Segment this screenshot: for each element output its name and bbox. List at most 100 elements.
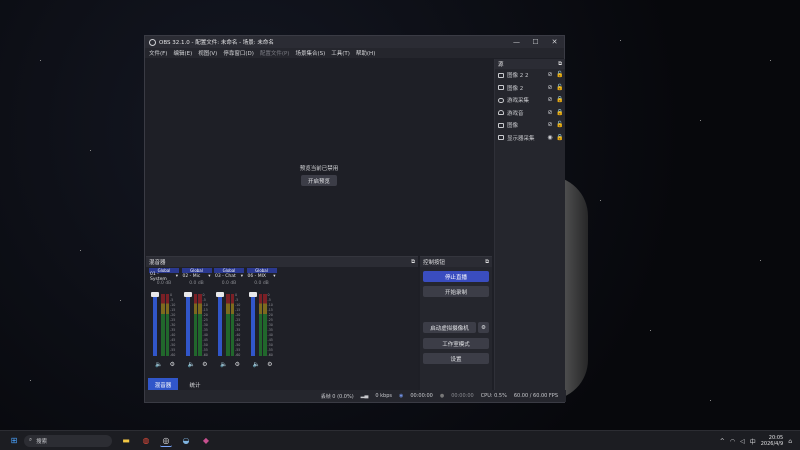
meter-tick: -45 xyxy=(170,338,176,342)
channel-name[interactable]: 02 - Mic ▾ xyxy=(182,273,212,280)
menu-file[interactable]: 文件(F) xyxy=(149,49,167,57)
file-explorer-icon[interactable]: ▬ xyxy=(120,435,132,447)
speaker-icon[interactable]: 🔈 xyxy=(155,361,162,368)
eye-hidden-icon[interactable]: ⊘ xyxy=(547,109,553,116)
channel-controls: 🔈 ⚙ xyxy=(253,361,273,368)
meter-tick: -40 xyxy=(267,333,273,337)
lock-open-icon[interactable]: 🔓 xyxy=(556,72,563,78)
stop-stream-button[interactable]: 停止直播 xyxy=(423,271,489,282)
title-bar[interactable]: OBS 32.1.0 - 配置文件: 未命名 - 场景: 未命名 — ☐ ✕ xyxy=(145,36,564,48)
caret-down-icon[interactable]: ▾ xyxy=(208,274,210,279)
source-item[interactable]: 显示器采集 ◉ 🔒 xyxy=(495,132,565,145)
star xyxy=(80,250,81,251)
gear-icon[interactable]: ⚙ xyxy=(478,322,489,333)
caret-down-icon[interactable]: ▾ xyxy=(176,274,178,279)
chrome-icon[interactable]: ◍ xyxy=(140,435,152,447)
enable-preview-button[interactable]: 开启预览 xyxy=(301,175,337,186)
volume-fader[interactable] xyxy=(250,294,255,356)
lock-open-icon[interactable]: 🔓 xyxy=(556,84,563,91)
speaker-icon[interactable]: 🔈 xyxy=(188,361,195,368)
caret-down-icon[interactable]: ▾ xyxy=(273,274,275,279)
source-item[interactable]: 游戏音 ⊘ 🔒 xyxy=(495,107,565,120)
lock-open-icon[interactable]: 🔓 xyxy=(556,122,563,128)
source-name: 显示器采集 xyxy=(507,135,535,142)
meter-tick: -55 xyxy=(235,348,241,352)
channel-name-label: 03 - Chat xyxy=(215,274,236,279)
eye-hidden-icon[interactable]: ⊘ xyxy=(547,72,553,78)
lock-icon[interactable]: 🔒 xyxy=(556,97,563,103)
mixer-channel: Global 06 - MIX ▾ 0.0 dB 0 -5 -10 -15 -20 -25 -30-… xyxy=(246,268,277,372)
eye-hidden-icon[interactable]: ⊘ xyxy=(547,84,553,91)
app-icon[interactable]: ◆ xyxy=(200,435,212,447)
eye-hidden-icon[interactable]: ⊘ xyxy=(547,122,553,128)
obs-window: OBS 32.1.0 - 配置文件: 未命名 - 场景: 未命名 — ☐ ✕ 文… xyxy=(144,35,566,403)
meter-tick: -50 xyxy=(235,343,241,347)
stream-time: 00:00:00 xyxy=(410,393,433,399)
start-virtual-camera-button[interactable]: 启动虚拟摄像机 xyxy=(423,322,476,333)
fader-handle[interactable] xyxy=(151,292,159,297)
meter-tick: -55 xyxy=(267,348,273,352)
fader-handle[interactable] xyxy=(248,292,257,297)
fader-handle[interactable] xyxy=(183,292,192,297)
dock-float-icon[interactable]: ⧉ xyxy=(411,259,415,266)
dropped-frames: 丢帧 0 (0.0%) xyxy=(320,393,354,400)
meter-tick: -15 xyxy=(267,308,273,312)
channel-name[interactable]: 03 - Chat ▾ xyxy=(214,273,244,280)
windows-start-icon[interactable]: ⊞ xyxy=(8,435,20,447)
gear-icon[interactable]: ⚙ xyxy=(235,361,240,368)
meter-tick: -25 xyxy=(267,318,273,322)
wifi-icon[interactable]: ◠ xyxy=(730,438,735,445)
dock-float-icon[interactable]: ⧉ xyxy=(485,259,489,266)
settings-button[interactable]: 设置 xyxy=(423,353,489,364)
minimize-icon[interactable]: — xyxy=(507,36,526,48)
chevron-up-icon[interactable]: ^ xyxy=(720,438,725,445)
maximize-icon[interactable]: ☐ xyxy=(526,36,545,48)
eye-icon[interactable]: ◉ xyxy=(547,134,553,141)
meter-tick: -10 xyxy=(235,303,241,307)
gear-icon[interactable]: ⚙ xyxy=(202,361,207,368)
volume-fader[interactable] xyxy=(153,294,157,356)
menu-edit[interactable]: 编辑(E) xyxy=(173,49,192,57)
lock-icon[interactable]: 🔒 xyxy=(556,109,563,116)
bitrate: 0 kbps xyxy=(375,393,392,399)
close-icon[interactable]: ✕ xyxy=(545,36,564,48)
menu-view[interactable]: 视图(V) xyxy=(198,49,217,57)
source-item[interactable]: 图像 2 ⊘ 🔓 xyxy=(495,82,565,95)
source-item[interactable]: 图像 ⊘ 🔓 xyxy=(495,119,565,132)
lock-icon[interactable]: 🔒 xyxy=(556,134,563,141)
source-item[interactable]: 游戏采集 ⊘ 🔒 xyxy=(495,94,565,107)
steam-icon[interactable]: ◒ xyxy=(180,435,192,447)
meter-tick: -50 xyxy=(170,343,176,347)
source-name: 图像 2 2 xyxy=(507,73,529,80)
fader-handle[interactable] xyxy=(216,292,224,297)
menu-profile[interactable]: 配置文件(P) xyxy=(260,49,290,57)
eye-hidden-icon[interactable]: ⊘ xyxy=(547,97,553,103)
sources-title: 源 xyxy=(498,62,504,68)
source-item[interactable]: 图像 2 2 ⊘ 🔓 xyxy=(495,69,565,82)
volume-fader[interactable] xyxy=(218,294,222,356)
channel-name[interactable]: 06 - MIX ▾ xyxy=(247,273,277,280)
volume-icon[interactable]: ◁ xyxy=(740,438,745,445)
record-time: 00:00:00 xyxy=(451,393,474,399)
meter-tick: -30 xyxy=(202,323,208,327)
speaker-icon[interactable]: 🔈 xyxy=(220,361,227,368)
menu-tools[interactable]: 工具(T) xyxy=(331,49,350,57)
start-recording-button[interactable]: 开始录制 xyxy=(423,286,489,297)
clock[interactable]: 20:05 2026/4/9 xyxy=(761,435,783,447)
gear-icon[interactable]: ⚙ xyxy=(267,361,272,368)
gear-icon[interactable]: ⚙ xyxy=(170,361,175,368)
channel-name-label: 06 - MIX xyxy=(247,274,267,279)
volume-fader[interactable] xyxy=(185,294,190,356)
taskbar-search[interactable]: ⌕ 搜索 xyxy=(24,434,112,447)
menu-docks[interactable]: 停靠窗口(D) xyxy=(223,49,254,57)
menu-scene-collection[interactable]: 场景集合(S) xyxy=(295,49,325,57)
caret-down-icon[interactable]: ▾ xyxy=(241,274,243,279)
studio-mode-button[interactable]: 工作室模式 xyxy=(423,338,489,349)
menu-help[interactable]: 帮助(H) xyxy=(356,49,375,57)
obs-taskbar-icon[interactable]: ◎ xyxy=(160,435,172,447)
channel-name[interactable]: 01 - System ▾ xyxy=(149,272,179,282)
notification-bell-icon[interactable]: ⌂ xyxy=(788,438,792,445)
dock-float-icon[interactable]: ⧉ xyxy=(558,61,562,68)
speaker-icon[interactable]: 🔈 xyxy=(253,361,260,368)
ime-indicator[interactable]: 中 xyxy=(750,437,756,446)
